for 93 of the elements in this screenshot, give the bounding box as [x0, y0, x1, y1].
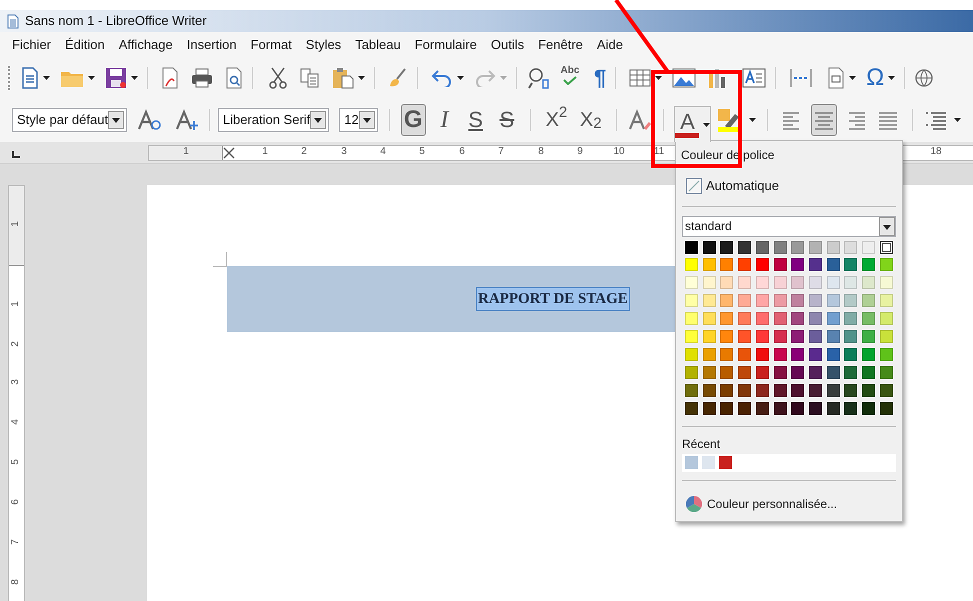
- ruler-number: 1: [183, 147, 189, 157]
- menu-item[interactable]: Affichage: [118, 35, 173, 55]
- ruler-number: 10: [613, 147, 625, 157]
- ruler-number: 8: [10, 579, 21, 585]
- menu-item[interactable]: Formulaire: [414, 35, 477, 55]
- recent-label: Récent: [682, 436, 722, 453]
- ruler-number: 2: [10, 341, 21, 347]
- save-icon[interactable]: [105, 67, 127, 89]
- menu-item[interactable]: Format: [250, 35, 292, 55]
- paintbrush-icon[interactable]: [388, 68, 408, 88]
- formatting-marks-button[interactable]: ¶: [594, 67, 606, 89]
- caret-icon[interactable]: [954, 118, 962, 122]
- ruler-number: 11: [654, 147, 664, 157]
- caret-icon[interactable]: [131, 76, 138, 80]
- underline-button[interactable]: S: [463, 104, 488, 136]
- ruler-number: 2: [301, 147, 307, 157]
- menu-item[interactable]: Tableau: [355, 35, 401, 55]
- swatch-icon: [686, 178, 702, 194]
- ruler-number: 9: [577, 147, 583, 157]
- ruler-number: 1: [10, 301, 21, 307]
- ruler-number: 7: [498, 147, 504, 157]
- color-swatch[interactable]: [880, 240, 893, 254]
- special-character-button[interactable]: Ω: [866, 66, 884, 90]
- menu-item[interactable]: Styles: [306, 35, 342, 55]
- color-swatch[interactable]: [719, 456, 732, 470]
- ruler-number: 5: [419, 147, 425, 157]
- indent-marker-icon[interactable]: [223, 147, 235, 159]
- update-style-icon[interactable]: [137, 109, 164, 131]
- text-box-icon[interactable]: [742, 68, 766, 88]
- ruler-number: 3: [341, 147, 347, 157]
- palette-dropdown[interactable]: standard: [682, 216, 896, 236]
- undo-icon[interactable]: [431, 69, 453, 87]
- ruler-number: 4: [10, 419, 21, 425]
- font-size-combobox[interactable]: 12: [339, 108, 378, 132]
- ruler-number: 1: [262, 147, 268, 157]
- custom-color-button[interactable]: Couleur personnalisée...: [686, 494, 838, 513]
- alignment-button[interactable]: [811, 104, 838, 136]
- color-wheel-icon: [686, 496, 702, 512]
- font-name-combobox[interactable]: Liberation Serif: [218, 108, 330, 132]
- caret-icon[interactable]: [749, 118, 756, 122]
- globe-icon[interactable]: [914, 68, 934, 88]
- color-swatch[interactable]: [702, 456, 715, 470]
- strikethrough-button[interactable]: S: [494, 104, 520, 136]
- tab-stop-icon[interactable]: [12, 151, 20, 158]
- bold-button[interactable]: G: [400, 104, 426, 136]
- bar-chart-icon[interactable]: [708, 68, 726, 88]
- ruler-number: 4: [380, 147, 386, 157]
- automatic-color-button[interactable]: Automatique: [686, 176, 779, 196]
- field-icon[interactable]: [827, 67, 846, 89]
- menu-item[interactable]: Fenêtre: [538, 35, 583, 55]
- shadow-icon[interactable]: [628, 109, 652, 131]
- paste-icon[interactable]: [332, 67, 354, 89]
- italic-button[interactable]: I: [432, 104, 458, 136]
- caret-icon[interactable]: [849, 76, 856, 80]
- menu-item[interactable]: Outils: [490, 35, 524, 55]
- caret-icon[interactable]: [43, 76, 50, 80]
- new-document-icon[interactable]: [21, 67, 39, 89]
- ruler-number: 8: [538, 147, 544, 157]
- color-swatch[interactable]: [685, 456, 698, 470]
- font-color-button[interactable]: A: [674, 106, 712, 142]
- scissors-icon[interactable]: [268, 67, 288, 89]
- ruler-number: 18: [930, 147, 942, 157]
- spellcheck-button[interactable]: Abc: [558, 66, 582, 90]
- ruler-number: 1: [10, 221, 21, 227]
- printer-icon[interactable]: [191, 68, 213, 88]
- menu-item[interactable]: Insertion: [186, 35, 237, 55]
- ruler-number: 6: [459, 147, 465, 157]
- ruler-number: 5: [10, 459, 21, 465]
- page-break-icon[interactable]: [789, 68, 814, 88]
- checkmark-icon: [563, 76, 577, 85]
- paragraph-style-combobox[interactable]: Style par défaut: [12, 108, 128, 132]
- caret-icon[interactable]: [457, 76, 464, 80]
- find-replace-icon[interactable]: [528, 67, 550, 89]
- pdf-export-icon[interactable]: [161, 67, 179, 89]
- copy-icon[interactable]: [300, 68, 320, 88]
- menu-item[interactable]: Aide: [596, 35, 623, 55]
- ruler-number: 6: [10, 499, 21, 505]
- script-button[interactable]: X$^{2}$: [542, 104, 571, 136]
- ruler-number: 7: [10, 539, 21, 545]
- ruler-number: 3: [10, 379, 21, 385]
- caret-icon[interactable]: [655, 76, 662, 80]
- menu-item[interactable]: Édition: [65, 35, 105, 55]
- caret-icon[interactable]: [888, 76, 896, 80]
- table-icon[interactable]: [629, 69, 652, 87]
- print-preview-icon[interactable]: [225, 67, 243, 89]
- document-icon: [7, 14, 19, 28]
- menu-item[interactable]: Fichier: [12, 35, 52, 55]
- window-title: Sans nom 1 - LibreOffice Writer: [25, 12, 207, 30]
- caret-icon[interactable]: [703, 122, 710, 126]
- script-button[interactable]: X$_{2}$: [576, 104, 605, 136]
- document-heading: RAPPORT DE STAGE: [477, 288, 629, 310]
- caret-icon[interactable]: [358, 76, 365, 80]
- caret-icon[interactable]: [88, 76, 95, 80]
